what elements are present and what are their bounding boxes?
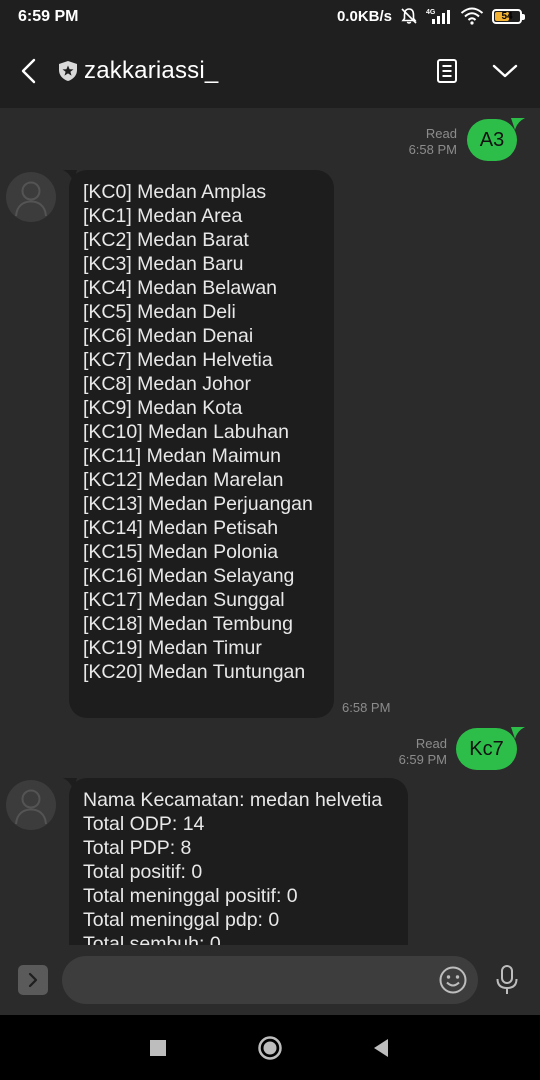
outgoing-message[interactable]: Kc7 bbox=[456, 728, 517, 770]
message-line: [KC16] Medan Selayang bbox=[83, 565, 295, 587]
message-line: Total PDP: 8 bbox=[83, 837, 192, 859]
message-line: [KC11] Medan Maimun bbox=[83, 445, 281, 467]
message-text: A3 bbox=[479, 128, 505, 151]
message-line: [KC5] Medan Deli bbox=[83, 301, 236, 323]
message-line: [KC4] Medan Belawan bbox=[83, 277, 278, 299]
expand-button[interactable] bbox=[18, 965, 48, 995]
message-time: 6:58 PM bbox=[408, 142, 457, 157]
chat-area[interactable]: Read 6:58 PM A3 [KC0] Medan Amplas [KC1]… bbox=[0, 108, 540, 945]
home-button[interactable] bbox=[257, 1035, 283, 1061]
message-line: [KC14] Medan Petisah bbox=[83, 517, 279, 539]
avatar[interactable] bbox=[6, 172, 56, 222]
user-silhouette-icon bbox=[15, 789, 47, 825]
message-line: [KC15] Medan Polonia bbox=[83, 541, 279, 563]
status-time: 6:59 PM bbox=[18, 8, 79, 25]
signal-icon: 4G bbox=[426, 7, 452, 25]
message-line: Nama Kecamatan: medan helvetia bbox=[83, 789, 383, 811]
message-line: [KC8] Medan Johor bbox=[83, 373, 252, 395]
wifi-icon bbox=[460, 7, 484, 25]
microphone-icon bbox=[496, 965, 518, 994]
message-input-box[interactable] bbox=[62, 956, 478, 1004]
message-text: Kc7 bbox=[469, 737, 504, 760]
message-line: [KC13] Medan Perjuangan bbox=[83, 493, 313, 515]
notes-icon bbox=[437, 59, 457, 83]
alarm-off-icon bbox=[400, 7, 418, 25]
emoji-icon bbox=[439, 966, 467, 994]
message-line: [KC6] Medan Denai bbox=[83, 325, 254, 347]
battery-level: 54 bbox=[501, 10, 513, 22]
status-icons: 0.0KB/s 4G 54 bbox=[336, 7, 525, 25]
message-line: [KC12] Medan Marelan bbox=[83, 469, 284, 491]
read-status: Read bbox=[425, 126, 457, 141]
message-composer bbox=[0, 945, 540, 1015]
message-line: [KC1] Medan Area bbox=[83, 205, 243, 227]
message-line: [KC20] Medan Tuntungan bbox=[83, 661, 306, 683]
shield-icon bbox=[59, 61, 77, 81]
network-type-label: 4G bbox=[426, 9, 436, 16]
bubble-tail bbox=[511, 727, 525, 739]
message-meta: Read 6:58 PM bbox=[380, 126, 457, 158]
status-bar: 6:59 PM 0.0KB/s 4G 54 bbox=[0, 0, 540, 36]
back-button[interactable] bbox=[12, 54, 46, 88]
incoming-message[interactable]: Nama Kecamatan: medan helvetia Total ODP… bbox=[69, 778, 408, 945]
bubble-tail bbox=[511, 118, 525, 130]
message-line: [KC7] Medan Helvetia bbox=[83, 349, 273, 371]
message-line: Total positif: 0 bbox=[83, 861, 203, 883]
recents-button[interactable] bbox=[145, 1035, 171, 1061]
message-line: Total meninggal pdp: 0 bbox=[83, 909, 280, 931]
message-line: Total ODP: 14 bbox=[83, 813, 205, 835]
avatar[interactable] bbox=[6, 780, 56, 830]
message-line: [KC18] Medan Tembung bbox=[83, 613, 293, 635]
outgoing-message[interactable]: A3 bbox=[467, 119, 517, 161]
message-line: Total meninggal positif: 0 bbox=[83, 885, 298, 907]
network-speed: 0.0KB/s bbox=[336, 7, 392, 25]
chevron-down-icon bbox=[492, 64, 518, 78]
back-arrow-icon bbox=[21, 58, 36, 84]
message-line: [KC19] Medan Timur bbox=[83, 637, 262, 659]
chat-header: zakkariassi_ bbox=[0, 36, 540, 108]
user-silhouette-icon bbox=[15, 181, 47, 217]
message-time: 6:59 PM bbox=[398, 752, 447, 767]
message-line: [KC0] Medan Amplas bbox=[83, 181, 267, 203]
contact-name[interactable]: zakkariassi_ bbox=[84, 57, 218, 85]
message-line: [KC3] Medan Baru bbox=[83, 253, 244, 275]
recents-square-icon bbox=[150, 1040, 166, 1056]
notes-button[interactable] bbox=[430, 54, 464, 88]
emoji-button[interactable] bbox=[438, 965, 468, 995]
message-line: [KC17] Medan Sunggal bbox=[83, 589, 285, 611]
incoming-message[interactable]: [KC0] Medan Amplas [KC1] Medan Area [KC2… bbox=[69, 170, 334, 718]
read-status: Read bbox=[415, 736, 447, 751]
message-time: 6:58 PM bbox=[342, 700, 391, 715]
battery-icon: 54 bbox=[492, 8, 525, 24]
menu-dropdown-button[interactable] bbox=[488, 54, 522, 88]
message-line: [KC9] Medan Kota bbox=[83, 397, 243, 419]
navigation-bar bbox=[0, 1015, 540, 1080]
microphone-button[interactable] bbox=[492, 963, 522, 997]
message-line: [KC10] Medan Labuhan bbox=[83, 421, 289, 443]
expand-icon bbox=[28, 972, 38, 988]
home-circle-icon bbox=[258, 1036, 282, 1060]
message-line: Total sembuh: 0 bbox=[83, 933, 221, 945]
message-meta: Read 6:59 PM bbox=[370, 736, 447, 768]
back-triangle-icon bbox=[374, 1039, 388, 1057]
message-line: [KC2] Medan Barat bbox=[83, 229, 249, 251]
nav-back-button[interactable] bbox=[368, 1035, 394, 1061]
message-input[interactable] bbox=[80, 956, 430, 1004]
